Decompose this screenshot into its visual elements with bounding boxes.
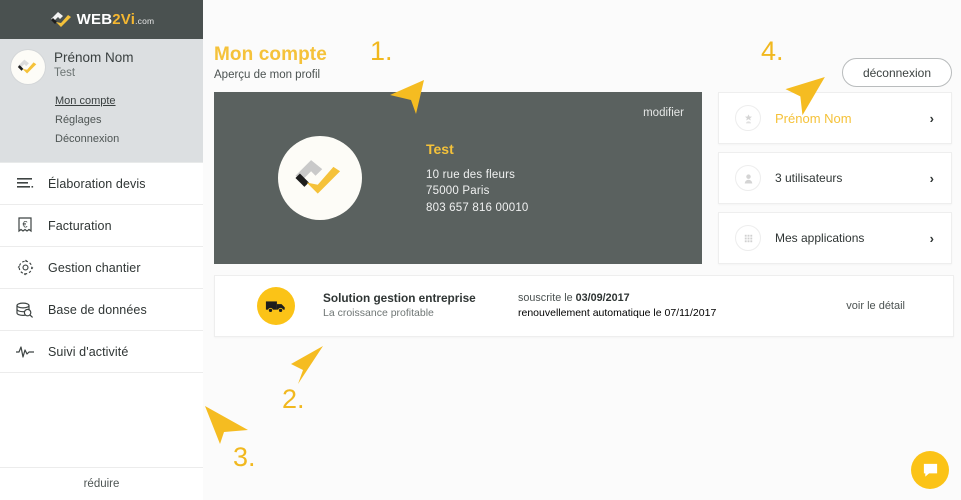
activity-pulse-icon <box>15 342 35 362</box>
page-subtitle: Aperçu de mon profil <box>214 69 321 81</box>
annotation-3-number: 3. <box>233 442 256 472</box>
sidebar-item-elaboration-devis[interactable]: Élaboration devis <box>0 163 203 205</box>
card-prenom-nom[interactable]: Prénom Nom › <box>718 92 952 144</box>
users-icon <box>735 165 761 191</box>
subscribed-date: 03/09/2017 <box>575 292 630 304</box>
sidebar-item-base-de-donnees[interactable]: Base de données <box>0 289 203 331</box>
subscription-title: Solution gestion entreprise <box>323 291 476 305</box>
chevron-right-icon: › <box>929 230 934 246</box>
edit-profile-link[interactable]: modifier <box>643 107 684 119</box>
logout-button[interactable]: déconnexion <box>841 58 952 87</box>
sidebar-item-label: Élaboration devis <box>48 176 146 191</box>
grid-apps-icon <box>735 225 761 251</box>
company-siret: 803 657 816 00010 <box>426 201 529 214</box>
main-content: Mon compte Aperçu de mon profil déconnex… <box>203 0 961 500</box>
sidebar-item-label: Facturation <box>48 218 112 233</box>
sidebar-profile-names: Prénom Nom Test <box>54 50 134 81</box>
sidebar: WEB2Vi.com Prénom Nom Test Mon compte Ré… <box>0 0 203 500</box>
brand-logo-bar[interactable]: WEB2Vi.com <box>0 0 203 39</box>
sidebar-nav: Élaboration devis € Facturation Gestion … <box>0 162 203 500</box>
company-info: Test 10 rue des fleurs 75000 Paris 803 6… <box>426 140 529 217</box>
sidebar-link-reglages[interactable]: Réglages <box>55 111 203 130</box>
sidebar-spacer <box>0 373 203 468</box>
web2vi-mark-icon <box>295 160 341 194</box>
card-label: Mes applications <box>775 231 865 245</box>
right-column: Prénom Nom › 3 utilisateurs › Mes applic… <box>718 92 952 337</box>
sidebar-item-label: Base de données <box>48 302 147 317</box>
sidebar-profile-name: Prénom Nom <box>54 50 134 65</box>
document-lines-icon <box>15 174 35 194</box>
card-utilisateurs[interactable]: 3 utilisateurs › <box>718 152 952 204</box>
annotation-3: 3. <box>233 444 256 471</box>
subscribed-prefix: souscrite le <box>518 292 576 304</box>
content-columns: modifier Test 10 rue des fleurs 75000 Pa… <box>203 83 961 337</box>
company-address-line: 75000 Paris <box>426 185 490 198</box>
sidebar-link-mon-compte[interactable]: Mon compte <box>55 92 203 111</box>
database-search-icon <box>15 300 35 320</box>
web2vi-logo-mark-icon <box>50 11 71 27</box>
user-star-icon <box>735 105 761 131</box>
sidebar-item-label: Gestion chantier <box>48 260 141 275</box>
page-header-texts: Mon compte Aperçu de mon profil <box>214 44 327 83</box>
brand-logo: WEB2Vi.com <box>49 10 155 30</box>
sidebar-collapse-button[interactable]: réduire <box>0 468 203 500</box>
subscription-start-date: souscrite le 03/09/2017 <box>518 291 716 306</box>
app-window: WEB2Vi.com Prénom Nom Test Mon compte Ré… <box>0 0 961 500</box>
euro-receipt-icon: € <box>15 216 35 236</box>
company-logo-badge <box>278 136 362 220</box>
company-profile-card: modifier Test 10 rue des fleurs 75000 Pa… <box>214 92 702 264</box>
sidebar-profile-links: Mon compte Réglages Déconnexion <box>0 84 203 149</box>
company-name: Test <box>426 140 454 157</box>
annotation-2: 2. <box>282 386 305 413</box>
sidebar-item-label: Suivi d'activité <box>48 344 129 359</box>
card-label: 3 utilisateurs <box>775 171 843 185</box>
avatar <box>11 50 45 84</box>
sidebar-profile-header: Prénom Nom Test <box>0 50 203 84</box>
chat-support-button[interactable] <box>911 451 949 489</box>
annotation-2-number: 2. <box>282 384 305 414</box>
chat-bubble-icon <box>923 463 937 477</box>
card-label: Prénom Nom <box>775 110 852 126</box>
company-logo-avatar-icon <box>17 59 37 74</box>
chevron-right-icon: › <box>929 170 934 186</box>
sidebar-item-gestion-chantier[interactable]: Gestion chantier <box>0 247 203 289</box>
brand-logo-text: WEB2Vi.com <box>76 11 155 28</box>
arrow-up-right-icon <box>291 346 323 384</box>
subscription-tagline: La croissance profitable <box>323 307 434 319</box>
gear-icon <box>15 258 35 278</box>
subscription-product: Solution gestion entreprise La croissanc… <box>323 291 518 321</box>
arrow-up-left-icon <box>205 406 248 444</box>
card-mes-applications[interactable]: Mes applications › <box>718 212 952 264</box>
chevron-right-icon: › <box>929 110 934 126</box>
sidebar-item-facturation[interactable]: € Facturation <box>0 205 203 247</box>
subscription-dates: souscrite le 03/09/2017 renouvellement a… <box>518 291 716 321</box>
sidebar-link-deconnexion[interactable]: Déconnexion <box>55 130 203 149</box>
company-address-line: 10 rue des fleurs <box>426 168 516 181</box>
page-title: Mon compte <box>214 44 327 65</box>
truck-icon <box>257 287 295 325</box>
sidebar-profile-subtitle: Test <box>54 67 76 79</box>
page-header: Mon compte Aperçu de mon profil déconnex… <box>203 0 961 87</box>
sidebar-item-suivi-activite[interactable]: Suivi d'activité <box>0 331 203 373</box>
sidebar-profile-block: Prénom Nom Test Mon compte Réglages Déco… <box>0 39 203 162</box>
left-column: modifier Test 10 rue des fleurs 75000 Pa… <box>214 92 954 337</box>
svg-text:€: € <box>22 220 27 230</box>
subscription-renewal: renouvellement automatique le 07/11/2017 <box>518 307 717 319</box>
